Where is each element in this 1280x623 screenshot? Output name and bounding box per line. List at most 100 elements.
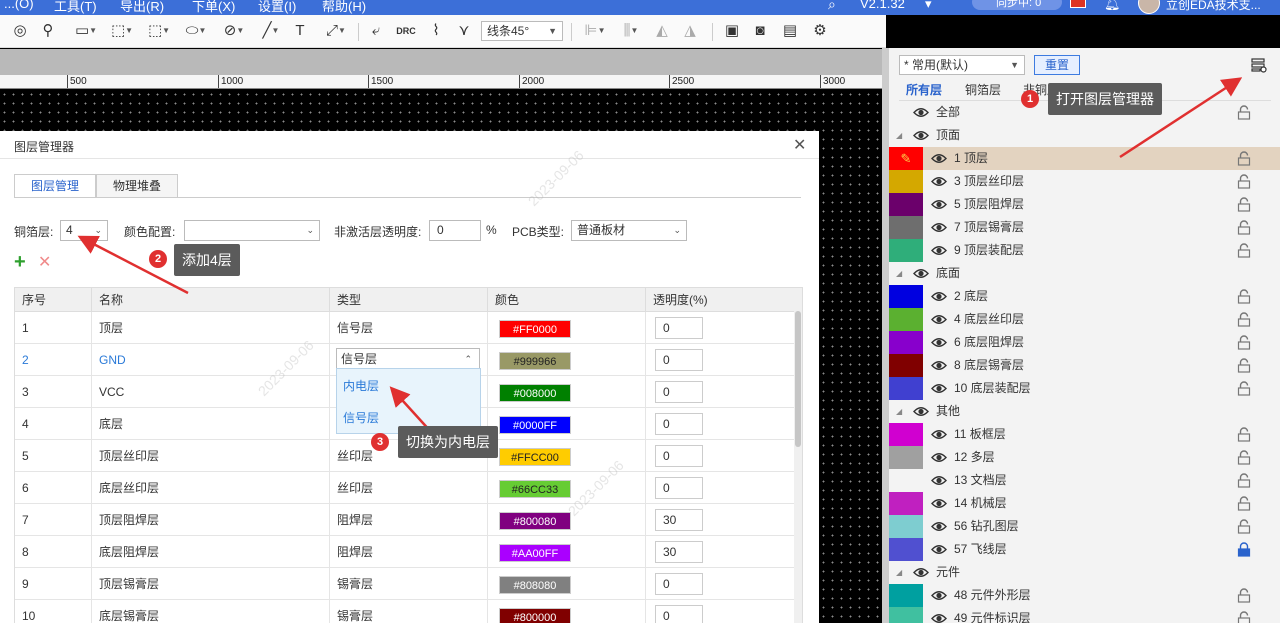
menu-order[interactable]: 下单(X) <box>192 0 235 15</box>
layer-row[interactable]: 49 元件标识层 <box>889 607 1280 623</box>
option-signal-layer[interactable]: 信号层 <box>343 409 379 426</box>
ellipse-icon[interactable]: ⬭▼ <box>180 21 212 41</box>
layer-row[interactable]: 56 钻孔图层 <box>889 515 1280 538</box>
cell-color[interactable]: #66CC33 <box>488 472 646 504</box>
layer-manager-icon[interactable] <box>1251 57 1267 73</box>
layer-row[interactable]: 9 顶层装配层 <box>889 239 1280 262</box>
eye-icon[interactable] <box>931 331 947 354</box>
eye-icon[interactable] <box>913 101 929 124</box>
table-row[interactable]: 10 底层锡膏层 锡膏层 #800000 0 <box>15 600 802 623</box>
pcb-type-select[interactable]: 普通板材 ⌄ <box>571 220 687 241</box>
flag-icon[interactable] <box>1070 0 1086 8</box>
eye-icon[interactable] <box>931 170 947 193</box>
opacity-input[interactable]: 0 <box>655 477 703 499</box>
cell-name[interactable]: 顶层 <box>92 312 330 344</box>
layer-row[interactable]: 14 机械层 <box>889 492 1280 515</box>
align-icon[interactable]: ⊫▼ <box>580 21 610 41</box>
opacity-input[interactable]: 0 <box>655 445 703 467</box>
cell-name[interactable]: 顶层锡膏层 <box>92 568 330 600</box>
opacity-input[interactable]: 0 <box>655 317 703 339</box>
cell-type[interactable]: 锡膏层 <box>330 568 488 600</box>
unlock-icon[interactable] <box>1237 289 1251 304</box>
layer-color-swatch[interactable] <box>889 193 923 216</box>
layer-color-swatch[interactable] <box>889 538 923 561</box>
unlock-icon[interactable] <box>1237 174 1251 189</box>
measure-icon[interactable]: ⤢▼ <box>320 21 352 41</box>
layer-group[interactable]: ◢ 顶面 <box>889 124 1280 147</box>
cell-color[interactable]: #FFCC00 <box>488 440 646 472</box>
color-swatch[interactable]: #66CC33 <box>499 480 571 498</box>
layer-type-select[interactable]: 信号层 ⌃ <box>336 348 480 370</box>
user-name[interactable]: 立创EDA技术支... <box>1166 0 1261 13</box>
layer-row[interactable]: 4 底层丝印层 <box>889 308 1280 331</box>
rect-select-icon[interactable]: ▭▼ <box>70 21 102 41</box>
color-swatch[interactable]: #808080 <box>499 576 571 594</box>
pencil-icon[interactable]: ✎ <box>889 147 923 170</box>
eye-icon[interactable] <box>931 147 947 170</box>
dash-select-icon[interactable]: ⬚▼ <box>106 21 138 41</box>
opacity-input[interactable]: 30 <box>655 509 703 531</box>
layer-color-swatch[interactable] <box>889 423 923 446</box>
cell-name[interactable]: 顶层阻焊层 <box>92 504 330 536</box>
cell-color[interactable]: #008000 <box>488 376 646 408</box>
eye-icon[interactable] <box>931 239 947 262</box>
table-row[interactable]: 8 底层阻焊层 阻焊层 #AA00FF 30 <box>15 536 802 568</box>
eye-icon[interactable] <box>931 515 947 538</box>
opacity-input[interactable]: 30 <box>655 541 703 563</box>
layer-color-swatch[interactable] <box>889 285 923 308</box>
color-swatch[interactable]: #FF0000 <box>499 320 571 338</box>
table-scrollbar[interactable] <box>794 309 802 623</box>
menu-item[interactable]: ...(O) <box>4 0 34 11</box>
sync-status[interactable]: 同步中: 0 <box>972 0 1062 10</box>
cell-color[interactable]: #FF0000 <box>488 312 646 344</box>
unlock-icon[interactable] <box>1237 427 1251 442</box>
layer-row[interactable]: 3 顶层丝印层 <box>889 170 1280 193</box>
color-swatch[interactable]: #800080 <box>499 512 571 530</box>
flip-v-icon[interactable]: ◮ <box>680 21 700 41</box>
unlock-icon[interactable] <box>1237 519 1251 534</box>
gerber-icon[interactable]: ▣ <box>722 21 742 41</box>
eye-icon[interactable] <box>931 607 947 623</box>
color-swatch[interactable]: #999966 <box>499 352 571 370</box>
close-icon[interactable]: ✕ <box>793 135 806 155</box>
eye-icon[interactable] <box>931 216 947 239</box>
tab-layer-management[interactable]: 图层管理 <box>14 174 96 198</box>
table-row[interactable]: 7 顶层阻焊层 阻焊层 #800080 30 <box>15 504 802 536</box>
polygon-icon[interactable]: ⬚▼ <box>143 21 175 41</box>
cell-name[interactable]: 底层 <box>92 408 330 440</box>
search-icon[interactable]: ⌕ <box>828 0 836 13</box>
color-swatch[interactable]: #008000 <box>499 384 571 402</box>
eye-icon[interactable] <box>931 193 947 216</box>
layer-color-swatch[interactable] <box>889 492 923 515</box>
eye-icon[interactable] <box>931 285 947 308</box>
layer-group[interactable]: ◢ 元件 <box>889 561 1280 584</box>
unlock-icon[interactable] <box>1237 335 1251 350</box>
layer-row[interactable]: 13 文档层 <box>889 469 1280 492</box>
layer-color-swatch[interactable] <box>889 170 923 193</box>
unlock-icon[interactable] <box>1237 496 1251 511</box>
unlock-icon[interactable] <box>1237 381 1251 396</box>
cell-name[interactable]: 底层阻焊层 <box>92 536 330 568</box>
opacity-input[interactable]: 0 <box>655 413 703 435</box>
table-row[interactable]: 6 底层丝印层 丝印层 #66CC33 0 <box>15 472 802 504</box>
import-icon[interactable]: ⤶ <box>366 21 386 41</box>
copper-layers-select[interactable]: 4 ⌄ <box>60 220 108 241</box>
unlock-icon[interactable] <box>1237 105 1251 120</box>
no-entry-icon[interactable]: ⊘▼ <box>218 21 250 41</box>
eye-icon[interactable] <box>913 124 929 147</box>
layer-row[interactable]: 12 多层 <box>889 446 1280 469</box>
route-icon[interactable]: ⌇ <box>426 21 446 41</box>
doc-menu[interactable]: ▾ <box>925 0 932 12</box>
cell-name[interactable]: GND <box>92 344 330 376</box>
opacity-input[interactable]: 0 <box>655 349 703 371</box>
color-swatch[interactable]: #800000 <box>499 608 571 623</box>
layer-row[interactable]: 57 飞线层 <box>889 538 1280 561</box>
layer-row[interactable]: 5 顶层阻焊层 <box>889 193 1280 216</box>
cell-type[interactable]: 信号层 <box>330 312 488 344</box>
text-icon[interactable]: T <box>290 21 310 41</box>
unlock-icon[interactable] <box>1237 243 1251 258</box>
camera-icon[interactable]: ◙ <box>750 21 770 41</box>
cell-name[interactable]: 底层丝印层 <box>92 472 330 504</box>
menu-export[interactable]: 导出(R) <box>120 0 164 15</box>
unlock-icon[interactable] <box>1237 151 1251 166</box>
